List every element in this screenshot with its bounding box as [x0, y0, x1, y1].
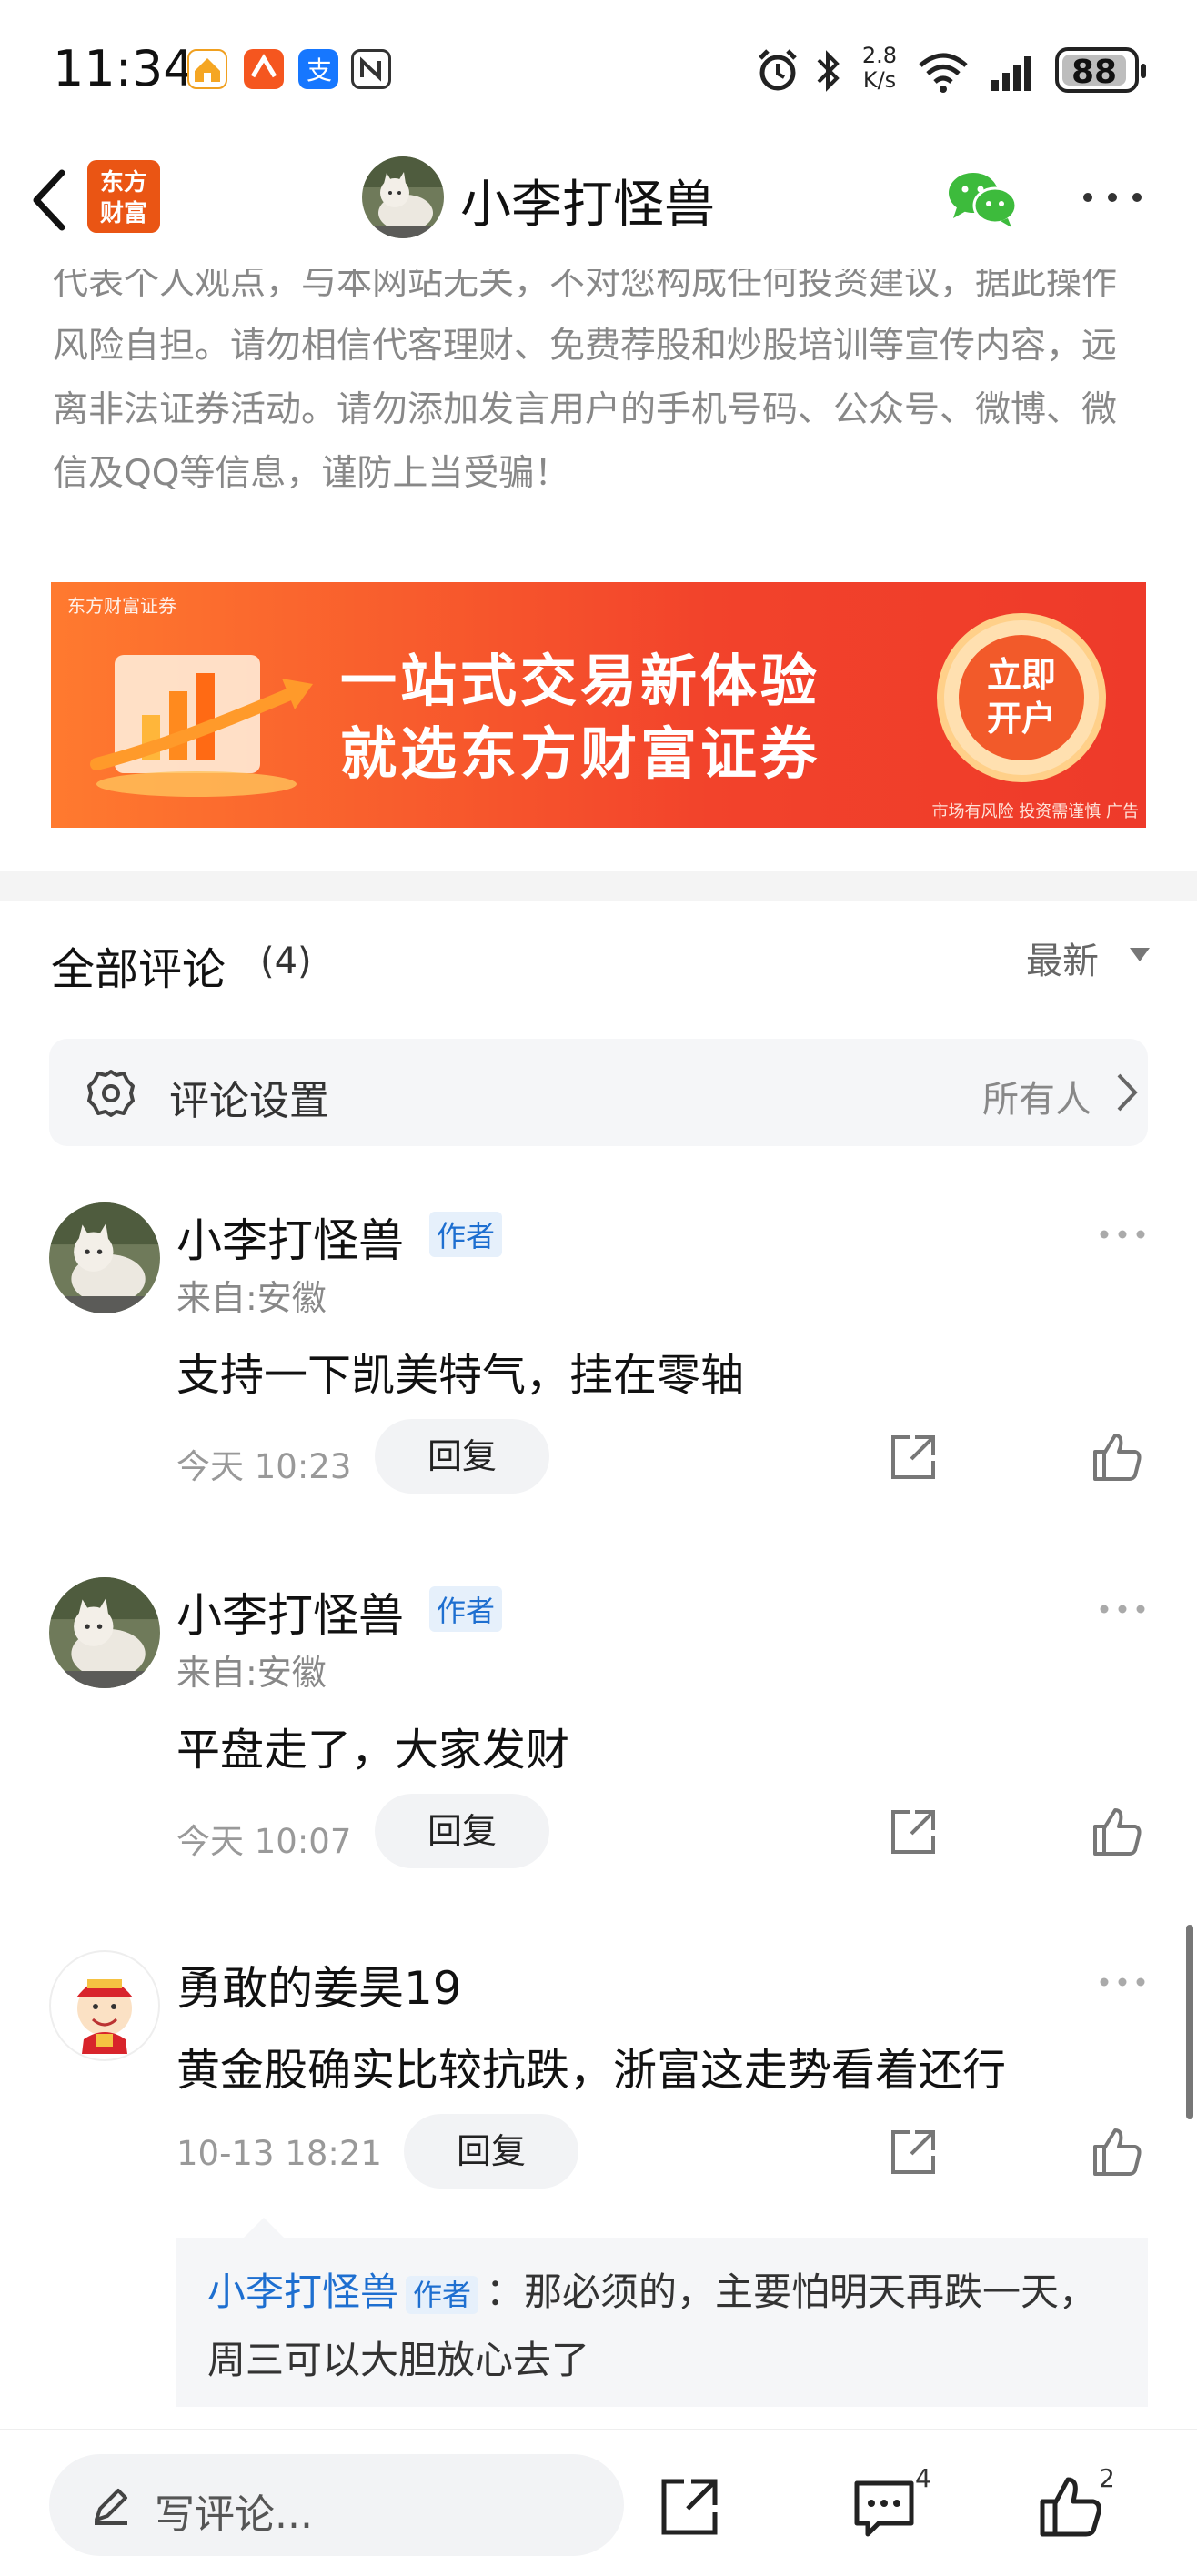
share-icon[interactable]	[657, 2474, 722, 2540]
section-divider	[0, 871, 1197, 901]
comment-settings-row[interactable]: 评论设置 所有人	[49, 1039, 1148, 1146]
comments-title: 全部评论	[51, 944, 226, 995]
caret-down-icon[interactable]	[1130, 948, 1150, 961]
battery-icon: 88	[1055, 47, 1146, 93]
chevron-right-icon	[1117, 1073, 1138, 1112]
app-icon-orange	[244, 49, 284, 89]
risk-disclaimer: 代表个人观点，与本网站无关，不对您构成任何投资建议，据此操作风险自担。请勿相信代…	[53, 269, 1118, 494]
eastmoney-logo[interactable]: 东方 财富	[87, 160, 160, 233]
alipay-icon: 支	[298, 49, 338, 89]
nfc-icon	[351, 49, 391, 89]
pencil-icon	[95, 2489, 127, 2525]
settings-value: 所有人	[982, 1079, 1091, 1121]
sub-reply-author[interactable]: 小李打怪兽	[207, 2269, 398, 2314]
page-title: 小李打怪兽	[460, 176, 715, 235]
home-app-icon	[187, 49, 227, 89]
author-badge: 作者	[429, 1212, 503, 1257]
top-nav-bar: 东方 财富 小李打怪兽	[0, 136, 1197, 269]
comment-time: 今天 10:07	[176, 1822, 352, 1861]
commenter-avatar[interactable]	[49, 1202, 160, 1313]
commenter-name[interactable]: 小李打怪兽	[176, 1579, 404, 1645]
comment-more-icon[interactable]	[1097, 1601, 1148, 1617]
comment-location: 来自:安徽	[176, 1278, 327, 1318]
comment-count: 4	[915, 2463, 931, 2493]
author-badge: 作者	[406, 2276, 479, 2314]
commenter-name[interactable]: 小李打怪兽	[176, 1204, 404, 1270]
author-avatar[interactable]	[362, 156, 444, 238]
sub-reply[interactable]: 小李打怪兽 作者 ：那必须的，主要怕明天再跌一天，周三可以大胆放心去了	[176, 2218, 1148, 2407]
bottom-action-bar: 写评论... 4 2	[0, 2429, 1197, 2576]
open-account-button[interactable]: 立即 开户	[937, 613, 1106, 782]
wechat-share-icon[interactable]	[946, 169, 1019, 229]
thumbs-up-icon[interactable]	[1037, 2474, 1102, 2540]
reply-button[interactable]: 回复	[375, 1419, 549, 1494]
thumbs-up-icon[interactable]	[1090, 2125, 1142, 2178]
disclaimer-area: 代表个人观点，与本网站无关，不对您构成任何投资建议，据此操作风险自担。请勿相信代…	[0, 269, 1197, 524]
reply-button[interactable]: 回复	[375, 1794, 549, 1868]
chart-graphic-icon	[90, 655, 313, 797]
comment-time: 今天 10:23	[176, 1447, 352, 1486]
back-arrow-icon[interactable]	[24, 164, 78, 236]
share-icon[interactable]	[888, 2127, 939, 2178]
more-options-icon[interactable]	[1079, 182, 1146, 213]
commenter-avatar[interactable]	[49, 1577, 160, 1688]
thumbs-up-icon[interactable]	[1090, 1430, 1142, 1483]
ad-headline-2: 就选东方财富证券	[340, 720, 821, 787]
alarm-icon	[759, 49, 797, 91]
bluetooth-icon	[817, 50, 840, 92]
svg-text:支: 支	[307, 55, 332, 86]
ad-headline-1: 一站式交易新体验	[340, 648, 821, 714]
ad-brand: 东方财富证券	[67, 595, 176, 617]
comment-more-icon[interactable]	[1097, 1974, 1148, 1990]
comment-text: 黄金股确实比较抗跌，浙富这走势看着还行	[176, 2045, 1007, 2096]
status-time: 11:34	[53, 40, 195, 97]
compose-placeholder: 写评论...	[155, 2491, 313, 2538]
battery-level: 88	[1071, 54, 1118, 91]
commenter-name[interactable]: 勇敢的姜昊19	[176, 1952, 462, 2018]
status-bar: 11:34 支 2.8 K/s 88	[0, 0, 1197, 136]
ad-risk-note: 市场有风险 投资需谨慎 广告	[931, 802, 1139, 821]
share-icon[interactable]	[888, 1806, 939, 1857]
comment-location: 来自:安徽	[176, 1653, 327, 1693]
ad-banner[interactable]: 东方财富证券 一站式交易新体验 就选东方财富证券 立即 开户 市场有风险 投资需…	[51, 582, 1146, 828]
signal-icon	[991, 56, 1031, 91]
like-count: 2	[1099, 2463, 1115, 2493]
reply-button[interactable]: 回复	[404, 2114, 578, 2189]
commenter-avatar[interactable]	[49, 1950, 160, 2061]
comments-count: (4)	[260, 941, 312, 982]
comment-text: 支持一下凯美特气，挂在零轴	[176, 1350, 745, 1401]
comment-more-icon[interactable]	[1097, 1226, 1148, 1243]
settings-label: 评论设置	[169, 1078, 329, 1124]
sort-dropdown[interactable]: 最新	[1026, 931, 1099, 984]
gear-icon	[87, 1070, 135, 1117]
thumbs-up-icon[interactable]	[1090, 1805, 1142, 1857]
wifi-icon	[919, 53, 968, 93]
comment-text: 平盘走了，大家发财	[176, 1725, 570, 1776]
share-icon[interactable]	[888, 1432, 939, 1483]
comment-time: 10-13 18:21	[176, 2134, 382, 2173]
network-speed: 2.8 K/s	[861, 43, 898, 93]
write-comment-input[interactable]: 写评论...	[49, 2454, 624, 2556]
author-badge: 作者	[429, 1586, 503, 1632]
scrollbar[interactable]	[1186, 1925, 1193, 2119]
comment-icon[interactable]	[851, 2474, 917, 2540]
